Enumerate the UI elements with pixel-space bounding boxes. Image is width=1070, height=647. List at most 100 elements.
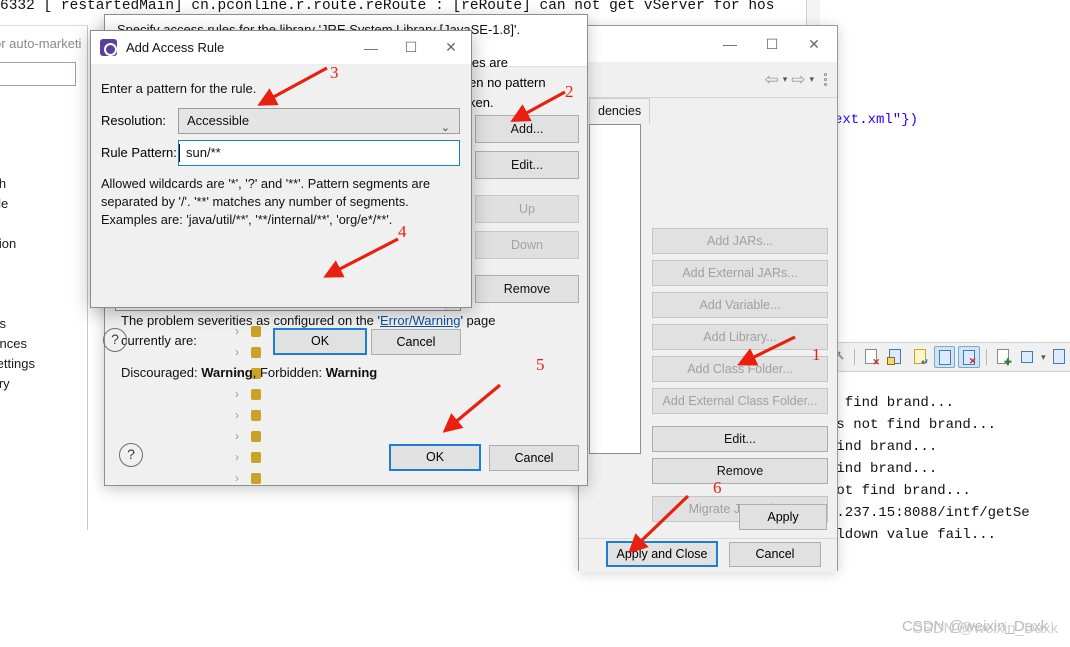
annotation-number-6: 6 [713, 478, 722, 497]
chevron-right-icon[interactable]: › [235, 429, 239, 443]
minimize-button[interactable]: — [709, 27, 751, 61]
add-jars-button[interactable]: Add JARs... [652, 228, 828, 254]
remove-launch-icon[interactable]: ✕ [861, 346, 882, 368]
access-ok-button[interactable]: OK [389, 444, 481, 471]
show-console-on-stderr-icon[interactable]: ✕ [958, 346, 980, 368]
add-rule-title: Add Access Rule [126, 40, 225, 55]
tab-dependencies[interactable]: dencies [589, 98, 651, 124]
rule-pattern-input[interactable]: sun/** [178, 140, 460, 166]
close-button[interactable]: ✕ [793, 27, 835, 61]
back-icon[interactable]: ⇦ [764, 70, 778, 90]
info-text-pre: The problem severities as configured on … [121, 313, 381, 328]
hint-line: Allowed wildcards are '*', '?' and '**'.… [101, 176, 431, 191]
access-cancel-button[interactable]: Cancel [489, 445, 579, 471]
resolution-select[interactable]: Accessible ⌄ [178, 108, 460, 134]
access-add-button[interactable]: Add... [475, 115, 579, 143]
properties-edit-button[interactable]: Edit... [652, 426, 828, 452]
add-variable-button[interactable]: Add Variable... [652, 292, 828, 318]
lock-scroll-icon[interactable] [885, 346, 906, 368]
tree-row[interactable]: › [231, 405, 271, 426]
tree-item[interactable]: ts [0, 294, 96, 314]
tree-item[interactable]: ation [0, 234, 96, 254]
severity-discouraged-value: Warning [201, 365, 253, 380]
info-text-post: ' page [460, 313, 496, 328]
properties-remove-button[interactable]: Remove [652, 458, 828, 484]
rule-pattern-label: Rule Pattern: [101, 145, 177, 160]
add-library-button[interactable]: Add Library... [652, 324, 828, 350]
classpath-list[interactable] [589, 124, 641, 454]
tree-row[interactable]: › [231, 384, 271, 405]
access-edit-button[interactable]: Edit... [475, 151, 579, 179]
console-line: not find brand... [828, 483, 971, 499]
access-remove-button[interactable]: Remove [475, 275, 579, 303]
access-down-button[interactable]: Down [475, 231, 579, 259]
ide-partial-input[interactable] [0, 62, 76, 86]
tree-item[interactable]: ath [0, 174, 96, 194]
help-icon[interactable]: ? [119, 443, 143, 467]
tree-item[interactable]: res [0, 314, 96, 334]
show-console-on-output-icon[interactable]: ↵ [910, 346, 931, 368]
add-rule-prompt: Enter a pattern for the rule. [101, 81, 257, 96]
add-rule-window-buttons: — ☐ ✕ [351, 31, 471, 64]
properties-footer: Apply and Close Cancel [579, 538, 837, 570]
add-external-class-folder-button[interactable]: Add External Class Folder... [652, 388, 828, 414]
chevron-down-icon[interactable]: ⌄ [441, 116, 450, 140]
minimize-button[interactable]: — [351, 31, 391, 64]
tree-row[interactable]: › [231, 447, 271, 468]
tree-item[interactable]: tyle [0, 194, 96, 214]
tree-row[interactable]: › [231, 468, 271, 489]
console-line: is not find brand... [828, 417, 997, 433]
tree-item[interactable]: er [0, 214, 96, 234]
console-output: t find brand... is not find brand... fin… [828, 392, 1070, 546]
display-selected-console-icon[interactable] [1017, 346, 1038, 368]
error-warning-link[interactable]: Error/Warning [380, 313, 460, 328]
add-external-jars-button[interactable]: Add External JARs... [652, 260, 828, 286]
package-icon [251, 473, 261, 484]
tree-row[interactable]: › [231, 426, 271, 447]
ide-tree-list: ath tyle er ation ts res rences Settings… [0, 174, 96, 394]
chevron-right-icon[interactable]: › [235, 450, 239, 464]
text-caret [179, 144, 180, 162]
add-class-folder-button[interactable]: Add Class Folder... [652, 356, 828, 382]
hint-line: separated by '/'. '**' matches any numbe… [101, 194, 409, 209]
pin-console-icon[interactable]: ✚ [993, 346, 1014, 368]
console-line: 3.237.15:8088/intf/getSe [828, 505, 1030, 521]
back-history-caret-icon[interactable]: ▾ [783, 74, 788, 85]
annotation-number-2: 2 [565, 82, 574, 101]
console-line: find brand... [828, 461, 938, 477]
apply-button[interactable]: Apply [739, 504, 827, 530]
tree-item[interactable]: Settings [0, 354, 96, 374]
properties-cancel-button[interactable]: Cancel [729, 542, 821, 567]
access-up-button[interactable]: Up [475, 195, 579, 223]
forward-icon[interactable]: ⇨ [791, 70, 805, 90]
code-string: ext.xml"}) [834, 112, 919, 128]
add-rule-body: Enter a pattern for the rule. Resolution… [91, 65, 471, 355]
chevron-right-icon[interactable]: › [235, 471, 239, 485]
overflow-menu-icon[interactable] [824, 73, 827, 86]
close-button[interactable]: ✕ [431, 31, 471, 64]
add-rule-ok-button[interactable]: OK [273, 328, 367, 355]
properties-window: — ☐ ✕ ⇦ ▾ ⇨ ▾ dencies Add JARs... Add Ex… [578, 25, 838, 572]
ide-partial-label: or auto-marketi [0, 36, 82, 51]
package-icon [251, 389, 261, 400]
maximize-button[interactable]: ☐ [751, 27, 793, 61]
apply-and-close-button[interactable]: Apply and Close [606, 541, 718, 567]
console-line: t find brand... [828, 395, 955, 411]
chevron-right-icon[interactable]: › [235, 387, 239, 401]
chevron-right-icon[interactable]: › [235, 408, 239, 422]
annotation-number-4: 4 [398, 222, 407, 241]
add-rule-cancel-button[interactable]: Cancel [371, 329, 461, 355]
console-line: lldown value fail... [828, 527, 997, 543]
tree-item[interactable]: tory [0, 374, 96, 394]
console-toolbar[interactable]: ✕ ↵ ✕ ✚ ▾ [822, 342, 1070, 372]
toolbar-separator [854, 349, 855, 365]
forward-history-caret-icon[interactable]: ▾ [809, 74, 814, 85]
tree-item[interactable]: rences [0, 334, 96, 354]
open-console-icon[interactable] [1049, 346, 1070, 368]
maximize-button[interactable]: ☐ [391, 31, 431, 64]
tab-strip: dencies [589, 98, 651, 124]
help-icon[interactable]: ? [103, 328, 127, 352]
severity-middle: , Forbidden: [252, 365, 326, 380]
chevron-down-icon[interactable]: ▾ [1041, 352, 1046, 363]
show-console-on-stdout-icon[interactable] [933, 346, 956, 368]
